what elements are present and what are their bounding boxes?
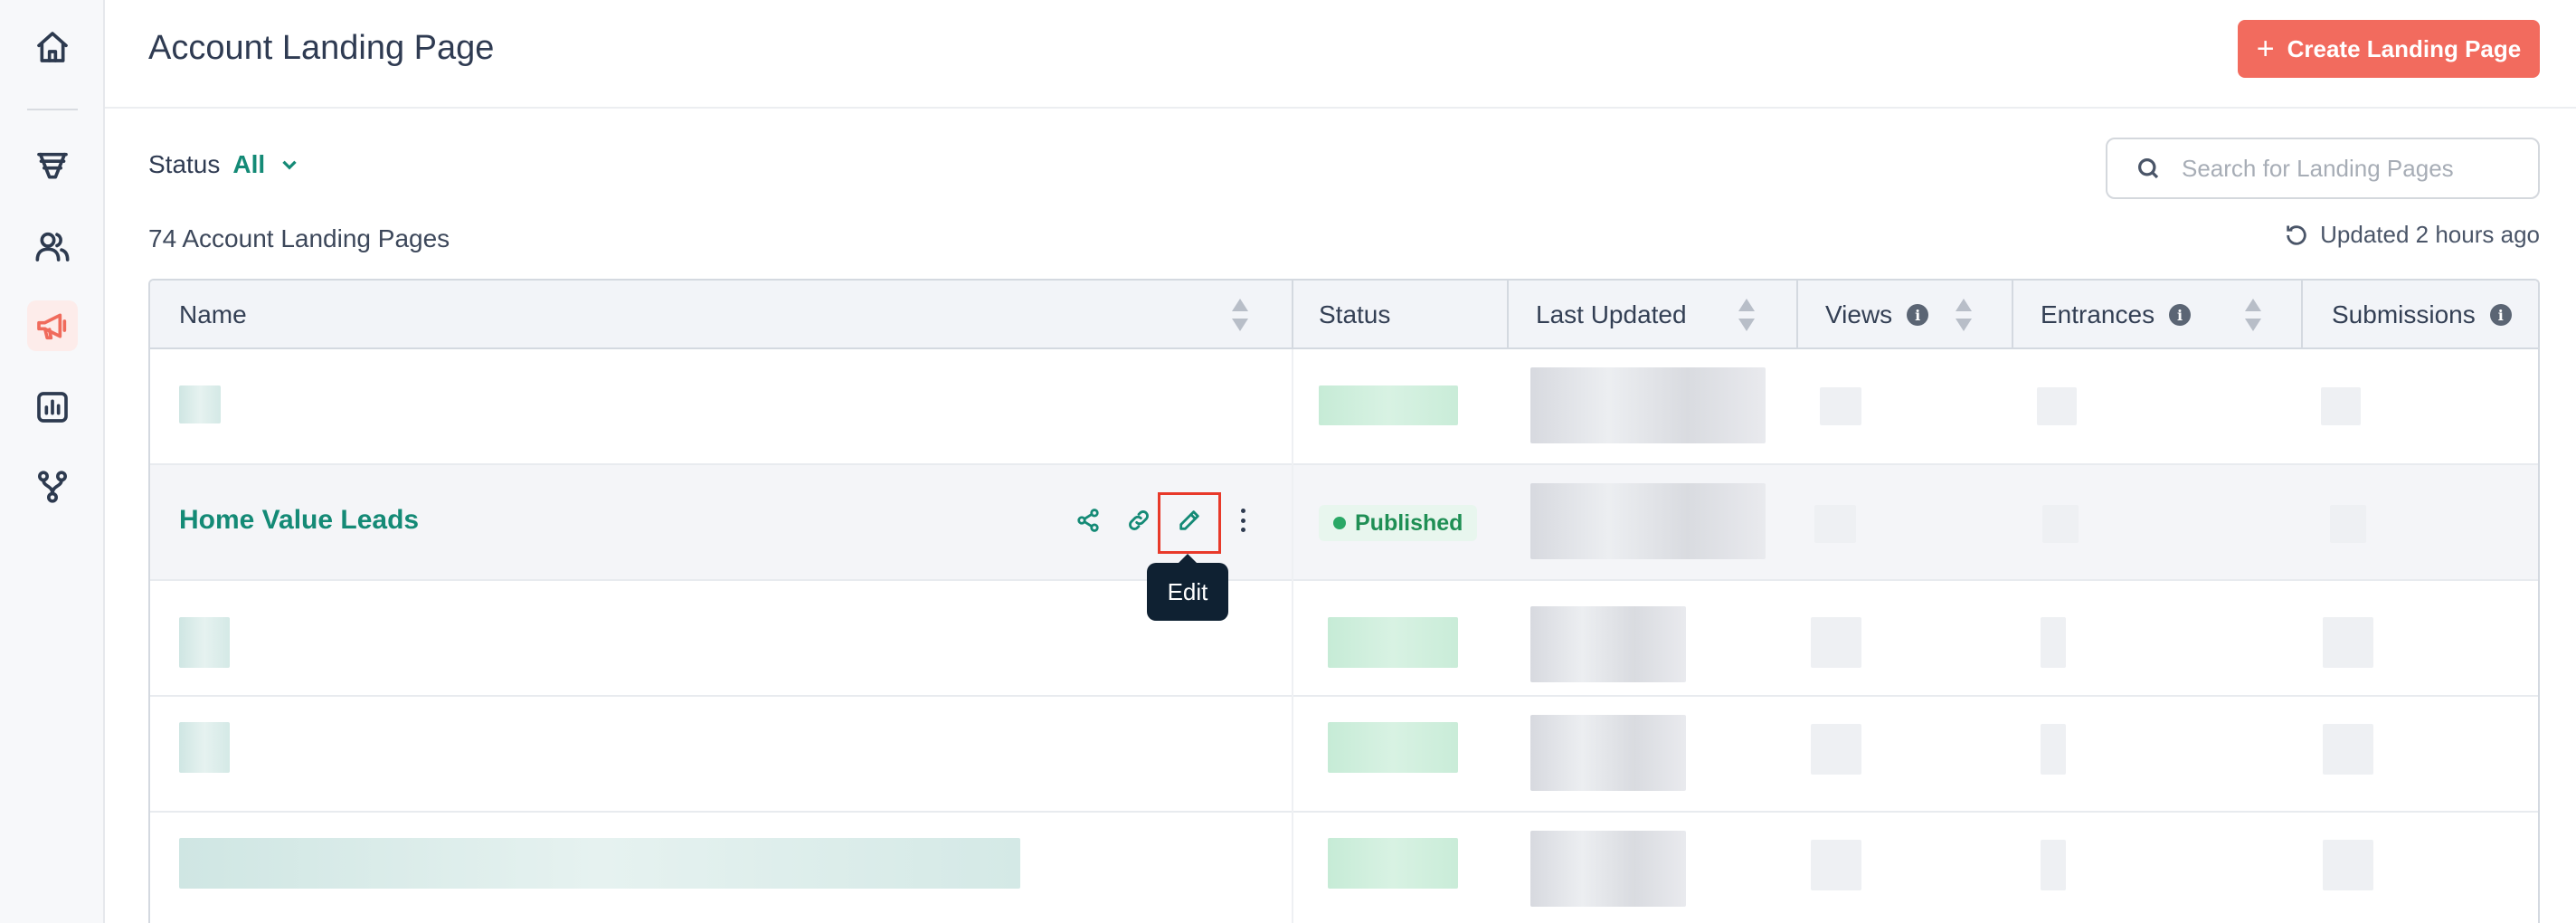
landing-page-count: 74 Account Landing Pages (148, 224, 450, 252)
page-header: Account Landing Page + Create Landing Pa… (105, 0, 2576, 109)
blurred-views (1814, 505, 1856, 543)
table-row[interactable] (150, 813, 2538, 923)
blurred-name (179, 722, 230, 773)
info-icon[interactable]: i (2169, 304, 2192, 326)
sidebar (0, 0, 105, 923)
blurred-submissions (2323, 617, 2373, 668)
last-updated-status[interactable]: Updated 2 hours ago (2284, 221, 2540, 249)
sidebar-item-workflows[interactable] (27, 462, 78, 512)
pencil-icon (1179, 510, 1199, 530)
status-filter-value: All (232, 150, 266, 178)
refresh-icon (2287, 224, 2306, 245)
blurred-status (1319, 385, 1458, 425)
blurred-views (1811, 840, 1861, 890)
blurred-entrances (2037, 387, 2077, 425)
column-divider (1292, 281, 1293, 349)
share-button[interactable] (1073, 505, 1103, 536)
search-input[interactable] (2182, 154, 2507, 183)
kebab-dot (1240, 528, 1245, 532)
sort-icon[interactable] (1232, 299, 1248, 331)
search-icon (2138, 158, 2159, 179)
column-header-entrances[interactable]: Entrances i (2041, 281, 2192, 349)
chevron-down-icon (282, 160, 297, 170)
column-header-status[interactable]: Status (1319, 281, 1390, 349)
link-icon (1129, 510, 1149, 530)
home-icon (37, 32, 68, 62)
blurred-name (179, 385, 221, 423)
more-options-button[interactable] (1234, 505, 1252, 536)
column-divider (1292, 349, 1293, 923)
kebab-dot (1240, 509, 1245, 513)
funnel-icon (37, 152, 68, 179)
chart-icon (37, 392, 68, 423)
create-landing-page-button[interactable]: + Create Landing Page (2238, 20, 2540, 78)
info-icon[interactable]: i (1907, 304, 1929, 326)
page-title: Account Landing Page (148, 29, 495, 67)
edit-tooltip: Edit (1147, 554, 1228, 621)
blurred-status (1328, 617, 1458, 668)
copy-link-button[interactable] (1123, 505, 1154, 536)
share-icon (1077, 509, 1099, 532)
status-badge: Published (1319, 505, 1478, 541)
info-icon[interactable]: i (2489, 304, 2512, 326)
sidebar-item-contacts[interactable] (27, 221, 78, 271)
megaphone-icon (37, 313, 67, 340)
column-divider (2301, 281, 2303, 349)
blurred-date (1530, 367, 1766, 443)
blurred-views (1820, 387, 1861, 425)
updated-text: Updated 2 hours ago (2320, 221, 2540, 248)
column-divider (1507, 281, 1509, 349)
blurred-entrances (2041, 617, 2066, 668)
workflow-icon (38, 471, 67, 503)
users-icon (35, 232, 70, 262)
blurred-date (1530, 715, 1686, 791)
sidebar-item-home[interactable] (27, 22, 78, 72)
blurred-status (1328, 838, 1458, 889)
column-header-submissions[interactable]: Submissions i (2332, 281, 2512, 349)
sort-icon[interactable] (1738, 299, 1755, 331)
blurred-entrances (2042, 505, 2079, 543)
landing-page-name-link[interactable]: Home Value Leads (179, 505, 419, 536)
sort-icon[interactable] (1956, 299, 1972, 331)
blurred-submissions (2321, 387, 2361, 425)
blurred-entrances (2041, 724, 2066, 775)
table-row-home-value-leads[interactable]: Home Value Leads Published (150, 465, 2538, 581)
create-landing-page-label: Create Landing Page (2287, 34, 2522, 62)
status-dot (1333, 517, 1346, 529)
status-badge-label: Published (1355, 509, 1463, 536)
edit-button[interactable] (1174, 505, 1205, 536)
column-divider (1796, 281, 1798, 349)
blurred-submissions (2330, 505, 2366, 543)
blurred-status (1328, 722, 1458, 773)
blurred-entrances (2041, 840, 2066, 890)
sort-icon[interactable] (2245, 299, 2261, 331)
column-divider (2012, 281, 2013, 349)
search-box[interactable] (2106, 138, 2540, 199)
sidebar-item-reports[interactable] (27, 382, 78, 433)
sidebar-item-campaigns[interactable] (27, 300, 78, 351)
blurred-date (1530, 831, 1686, 907)
blurred-date (1530, 606, 1686, 682)
column-header-name[interactable]: Name (179, 281, 247, 349)
sidebar-divider (27, 109, 78, 110)
blurred-submissions (2323, 724, 2373, 775)
blurred-date (1530, 483, 1766, 559)
landing-pages-table: Name Status Last Updated Views i Entrance… (148, 279, 2540, 923)
column-header-views[interactable]: Views i (1825, 281, 1929, 349)
table-header: Name Status Last Updated Views i Entrance… (150, 281, 2538, 349)
kebab-dot (1240, 518, 1245, 523)
plus-icon: + (2256, 32, 2275, 66)
table-row[interactable] (150, 349, 2538, 465)
status-filter[interactable]: Status All (148, 150, 301, 179)
table-row[interactable] (150, 581, 2538, 697)
blurred-name (179, 617, 230, 668)
table-row[interactable] (150, 697, 2538, 813)
sidebar-item-funnel[interactable] (27, 141, 78, 192)
blurred-views (1811, 617, 1861, 668)
blurred-views (1811, 724, 1861, 775)
status-filter-label: Status (148, 150, 221, 178)
blurred-name (179, 838, 1020, 889)
column-header-last-updated[interactable]: Last Updated (1536, 281, 1687, 349)
blurred-submissions (2323, 840, 2373, 890)
